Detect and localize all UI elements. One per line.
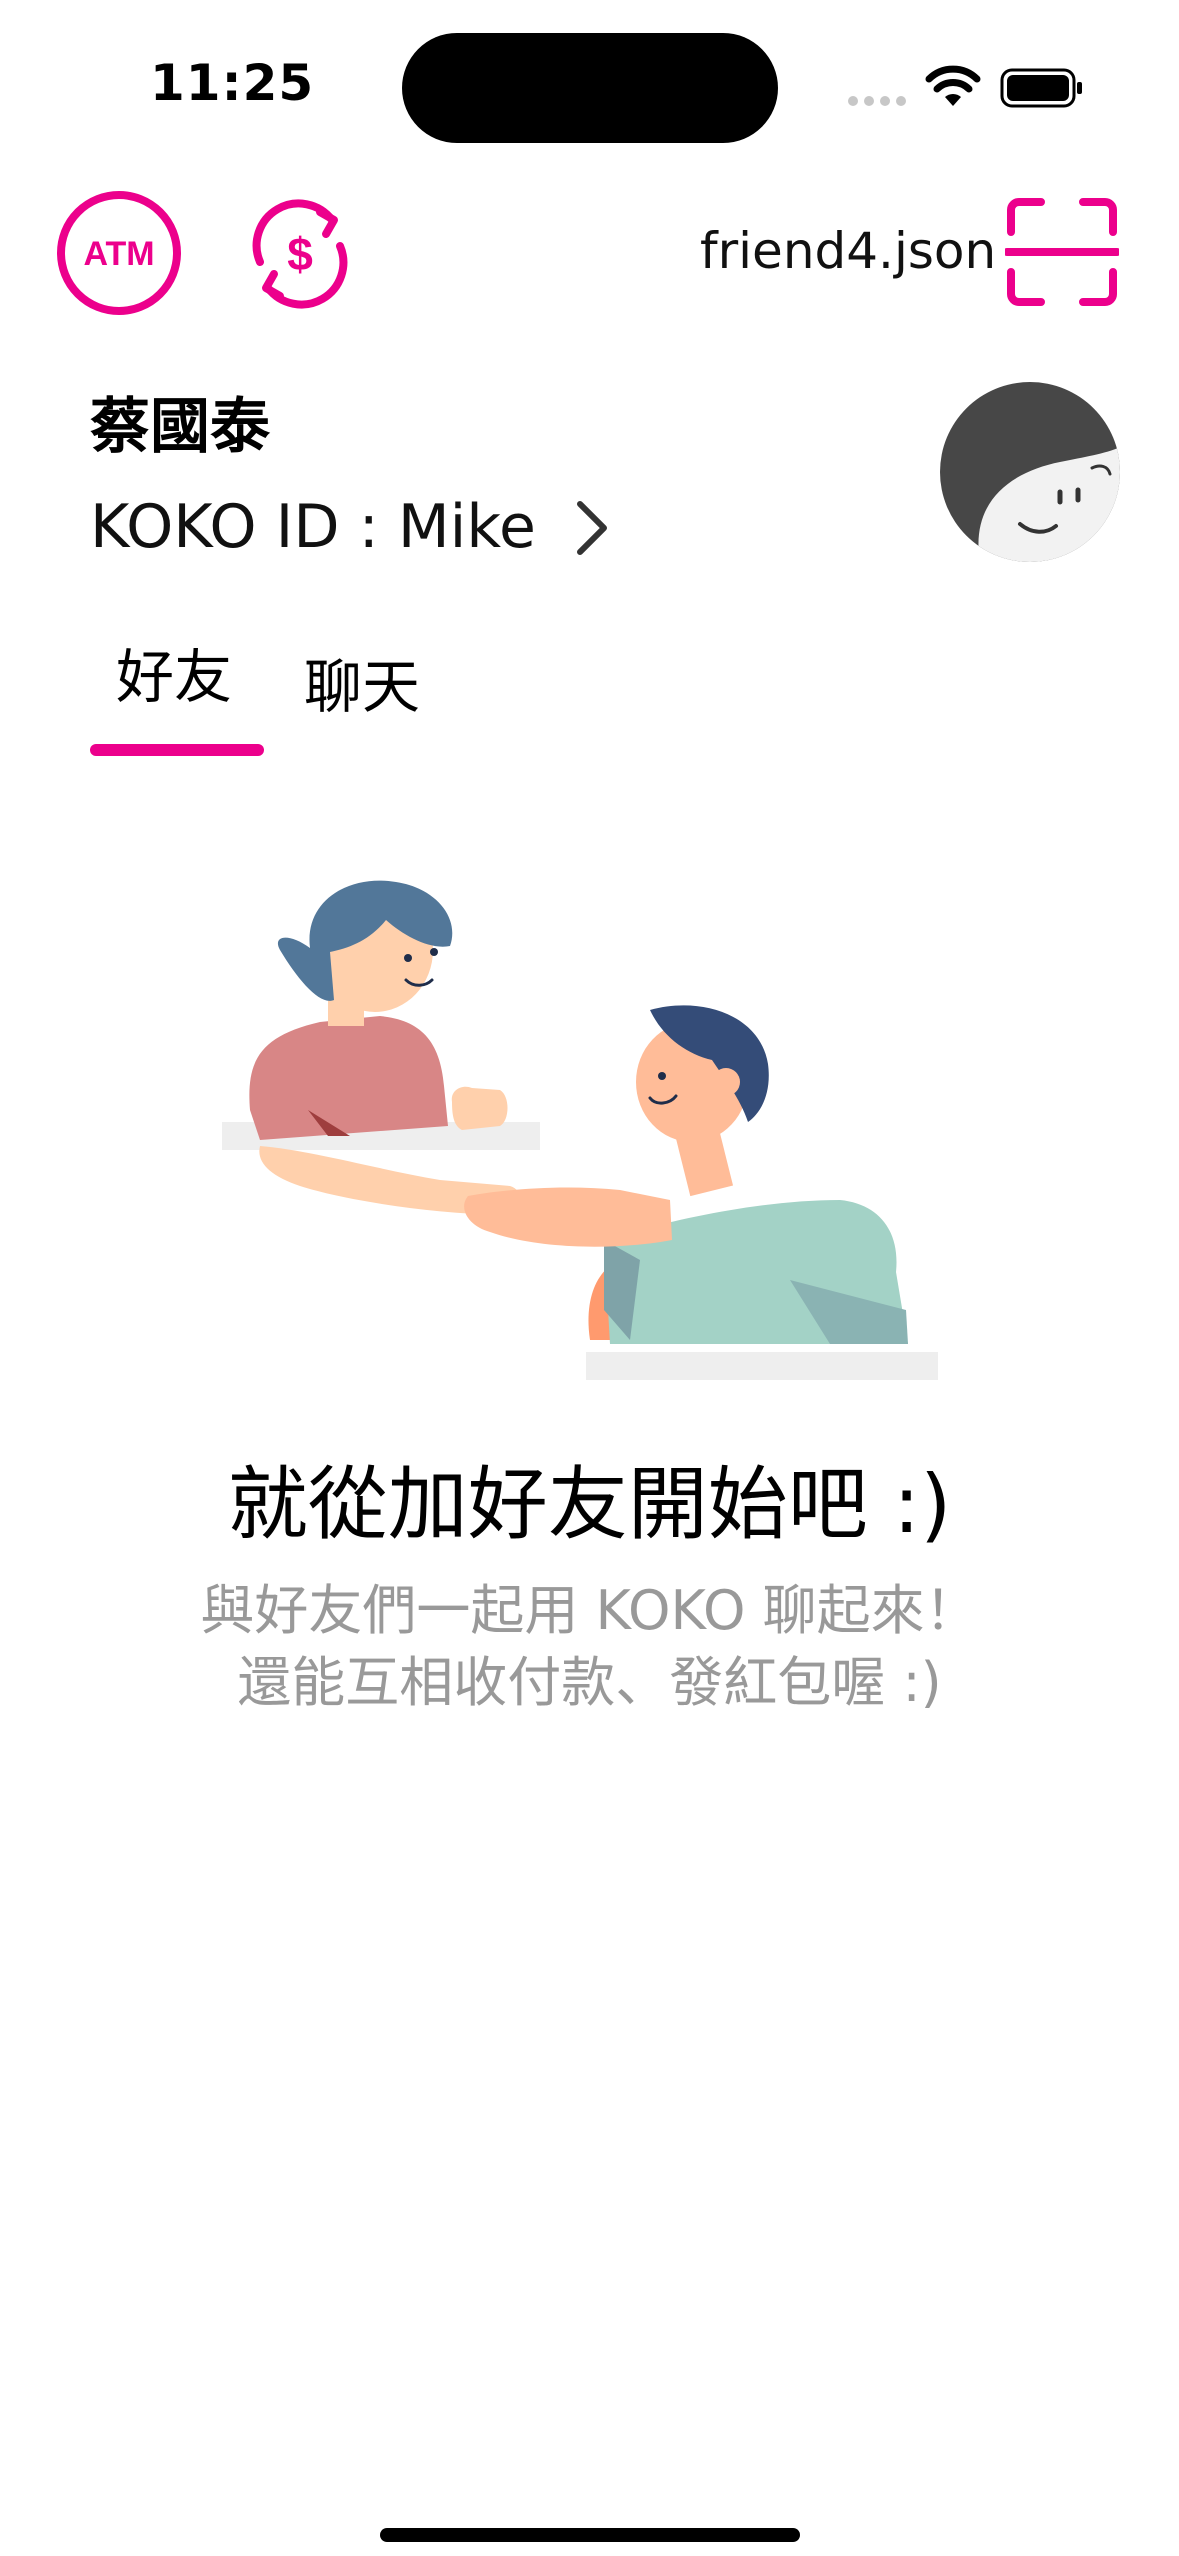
cellular-signal-icon xyxy=(848,96,908,108)
chevron-right-icon[interactable] xyxy=(572,498,612,558)
koko-id-link[interactable]: KOKO ID : Mike xyxy=(90,492,536,562)
dynamic-island xyxy=(402,33,778,143)
svg-text:$: $ xyxy=(287,228,313,280)
empty-state-description-line2: 還能互相收付款、發紅包喔 :) xyxy=(237,1651,942,1714)
user-name: 蔡國泰 xyxy=(90,392,270,462)
empty-state-title: 就從加好友開始吧 :) xyxy=(227,1458,952,1551)
qr-scan-icon[interactable] xyxy=(1005,196,1119,308)
tab-chat[interactable]: 聊天 xyxy=(304,640,420,724)
tab-friends[interactable]: 好友 xyxy=(116,630,232,714)
battery-icon xyxy=(1000,68,1082,108)
friends-screen: 11:25 ATM $ friend4.json 蔡國泰 KOKO ID : M… xyxy=(0,0,1179,2556)
currency-exchange-icon[interactable]: $ xyxy=(236,190,364,318)
handshake-illustration xyxy=(222,880,938,1380)
home-indicator[interactable] xyxy=(380,2528,800,2542)
empty-state-description-line1: 與好友們一起用 KOKO 聊起來！ xyxy=(200,1579,979,1642)
wifi-icon xyxy=(925,65,981,106)
status-time: 11:25 xyxy=(150,54,315,112)
atm-icon[interactable]: ATM xyxy=(56,190,182,316)
avatar[interactable] xyxy=(940,382,1120,562)
tab-selected-indicator xyxy=(90,744,264,756)
file-name-label: friend4.json xyxy=(700,222,997,280)
atm-label: ATM xyxy=(83,235,154,273)
